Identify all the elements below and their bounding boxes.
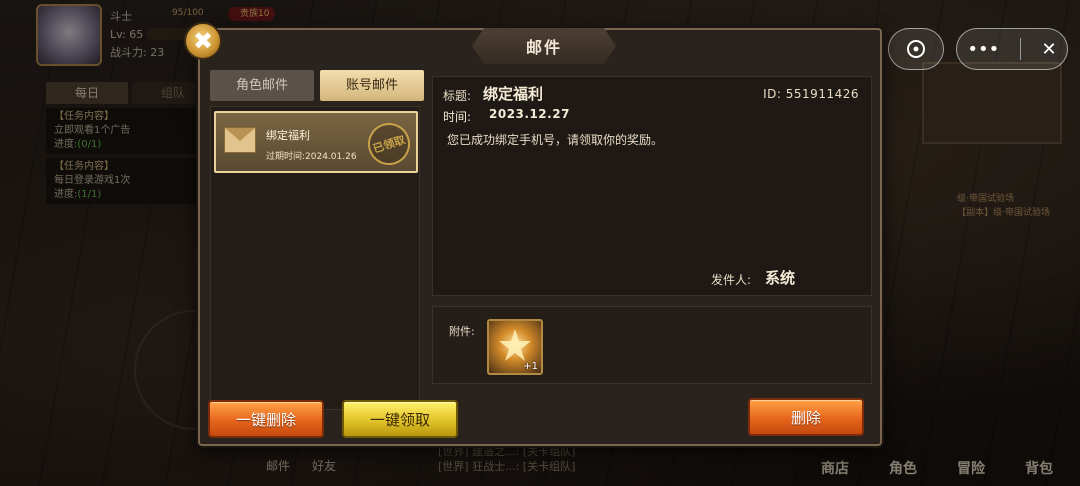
close-icon[interactable]: ✕ xyxy=(1042,39,1057,60)
claim-all-button[interactable]: 一键领取 xyxy=(342,400,458,438)
tab-character-mail[interactable]: 角色邮件 xyxy=(210,70,314,101)
attachment-label: 附件: xyxy=(449,325,475,338)
mail-time: 2023.12.27 xyxy=(489,107,570,121)
mail-body: 您已成功绑定手机号，请领取你的奖励。 xyxy=(447,133,664,147)
mail-item-expiry: 过期时间:2024.01.26 xyxy=(266,152,357,162)
tab-account-mail[interactable]: 账号邮件 xyxy=(320,70,424,101)
mail-list[interactable]: 绑定福利 过期时间:2024.01.26 已领取 xyxy=(210,106,420,410)
mail-close-button[interactable]: ✖ xyxy=(184,22,222,60)
system-capsule: ••• ✕ xyxy=(956,28,1068,70)
mail-sender: 系统 xyxy=(765,269,796,287)
mail-item-title: 绑定福利 xyxy=(266,129,310,142)
time-label: 时间: xyxy=(443,110,472,124)
sender-label: 发件人: xyxy=(711,273,752,287)
mail-subject: 绑定福利 xyxy=(483,85,544,103)
attachment-qty: +1 xyxy=(523,361,538,372)
dialog-title: 邮件 xyxy=(525,38,562,57)
restart-icon xyxy=(907,40,925,58)
mail-list-item[interactable]: 绑定福利 过期时间:2024.01.26 已领取 xyxy=(214,111,418,173)
mail-id: ID: 551911426 xyxy=(763,87,859,101)
subject-label: 标题: xyxy=(443,89,472,103)
capsule-divider xyxy=(1019,38,1021,60)
more-icon[interactable]: ••• xyxy=(967,39,999,60)
close-icon: ✖ xyxy=(192,27,214,55)
envelope-icon xyxy=(224,127,256,153)
claimed-stamp: 已领取 xyxy=(362,117,416,171)
restart-button[interactable] xyxy=(888,28,944,70)
attachment-item[interactable]: +1 xyxy=(487,319,543,375)
attachment-panel: 附件: +1 xyxy=(432,306,872,384)
mail-detail: 标题: 绑定福利 ID: 551911426 时间: 2023.12.27 您已… xyxy=(432,76,872,296)
mail-tabs: 角色邮件 账号邮件 xyxy=(210,70,424,101)
delete-all-button[interactable]: 一键删除 xyxy=(208,400,324,438)
mail-dialog: 邮件 角色邮件 账号邮件 绑定福利 过期时间:2024.01.26 已领取 标题… xyxy=(198,28,882,446)
dialog-title-banner: 邮件 xyxy=(472,28,616,64)
delete-button[interactable]: 删除 xyxy=(748,398,864,436)
